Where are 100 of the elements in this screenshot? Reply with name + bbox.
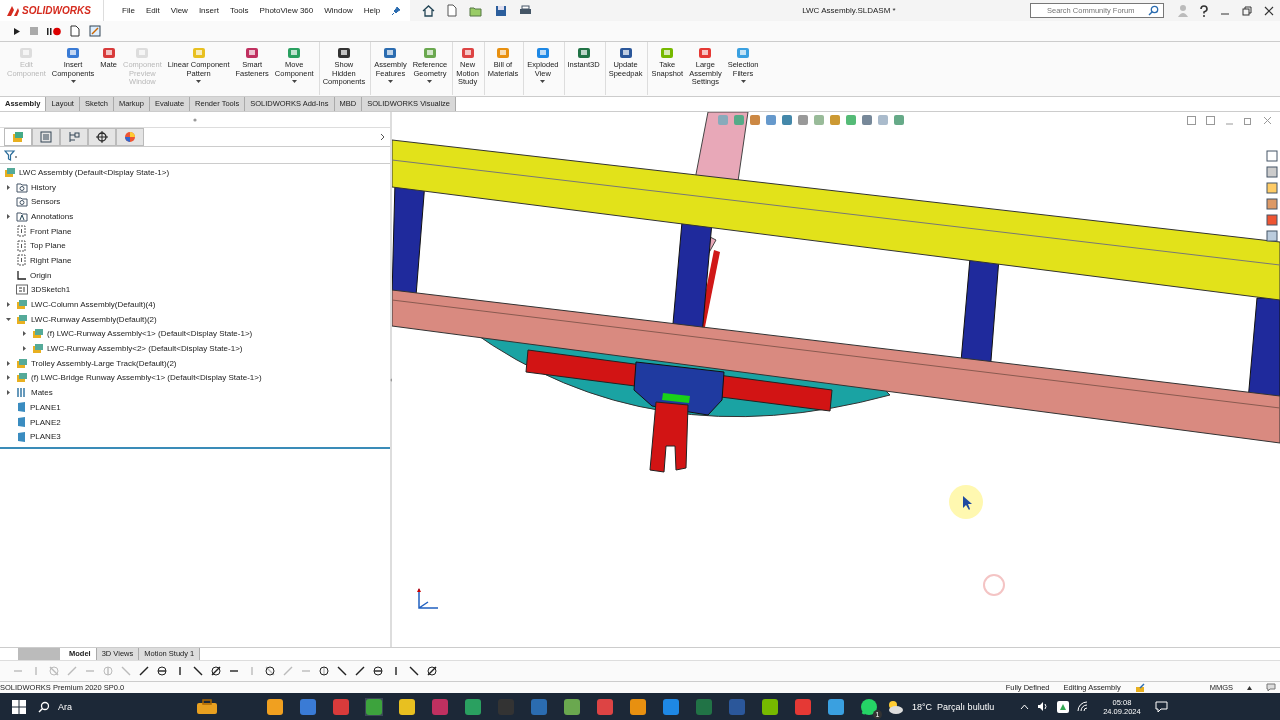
tree-item[interactable]: (f) LWC-Bridge Runway Assembly<1> (Default<Display State-1>) (31, 373, 262, 383)
play-icon[interactable] (13, 26, 21, 36)
view-tool-icon[interactable] (861, 114, 873, 126)
home-icon[interactable] (422, 4, 436, 17)
speaker-icon[interactable] (1037, 701, 1050, 712)
task-pane-icon[interactable] (1266, 230, 1278, 242)
tree-item[interactable]: LWC Assembly (Default<Display State-1>) (19, 167, 170, 177)
tree-item[interactable]: Origin (30, 270, 52, 280)
menu-item[interactable]: View (170, 6, 188, 15)
view-tool-icon[interactable] (749, 114, 761, 126)
notification-icon[interactable] (1154, 700, 1168, 713)
view-tool-icon[interactable] (893, 114, 905, 126)
app-icon[interactable] (266, 697, 284, 716)
tree-item[interactable]: PLANE2 (30, 417, 61, 427)
new-document-icon[interactable] (447, 4, 458, 17)
view-tool-icon[interactable] (765, 114, 777, 126)
chevron-right-icon[interactable] (380, 133, 385, 141)
tree-item[interactable]: LWC-Runway Assembly(Default)(2) (31, 314, 157, 324)
caret-icon[interactable] (540, 80, 546, 84)
weather-text[interactable]: 18°C Parçalı bulutlu (912, 701, 995, 712)
pin-icon[interactable] (391, 5, 402, 16)
chat-icon[interactable] (1266, 683, 1276, 692)
expand-arrow-icon[interactable] (21, 331, 27, 337)
sketch-tool-icon[interactable] (318, 665, 330, 677)
task-pane-icon[interactable] (1266, 150, 1278, 162)
menu-item[interactable]: Insert (198, 6, 219, 15)
rebuild-icon[interactable] (1134, 682, 1146, 693)
close-icon[interactable] (1264, 5, 1274, 16)
tree-item[interactable]: LWC-Column Assembly(Default)(4) (31, 300, 156, 310)
caret-icon[interactable] (740, 80, 746, 84)
app-icon[interactable] (563, 697, 581, 716)
caret-up-icon[interactable] (1247, 685, 1252, 690)
tree-item[interactable]: Top Plane (30, 241, 66, 251)
caret-icon[interactable] (291, 80, 297, 84)
expand-arrow-icon[interactable] (5, 375, 11, 381)
sketch-tool-icon[interactable] (192, 665, 204, 677)
caret-up-icon[interactable] (1020, 703, 1030, 710)
tree-item[interactable]: (f) LWC-Runway Assembly<1> (Default<Display State-1>) (47, 329, 253, 339)
wifi-icon[interactable] (1077, 701, 1090, 712)
expand-arrow-icon[interactable] (5, 302, 11, 308)
search-icon[interactable] (38, 700, 50, 713)
tree-item[interactable]: 3DSketch1 (31, 285, 71, 295)
tree-item[interactable]: Trolley Assembly-Large Track(Default)(2) (31, 358, 177, 368)
sketch-tool-icon[interactable] (354, 665, 366, 677)
menu-item[interactable]: Edit (145, 6, 160, 15)
menu-item[interactable]: PhotoView 360 (259, 6, 314, 15)
task-pane-icon[interactable] (1266, 182, 1278, 194)
sketch-tool-icon[interactable] (210, 665, 222, 677)
collapse-arrow-icon[interactable] (5, 316, 11, 322)
sketch-tool-icon[interactable] (264, 665, 276, 677)
sketch-tool-icon[interactable] (408, 665, 420, 677)
app-icon[interactable] (662, 697, 680, 716)
feature-manager-tab[interactable] (4, 128, 32, 146)
save-icon[interactable] (495, 4, 508, 17)
tile-left-icon[interactable] (1187, 116, 1196, 125)
macro-edit-icon[interactable] (89, 25, 101, 37)
open-folder-icon[interactable] (469, 4, 484, 17)
taskbar-search-field[interactable]: Ara (56, 700, 190, 713)
menu-item[interactable]: File (122, 6, 135, 15)
menu-item[interactable]: Tools (229, 6, 249, 15)
restore-icon[interactable] (1242, 5, 1252, 16)
view-tool-icon[interactable] (829, 114, 841, 126)
solidworks-logo[interactable]: SOLIDWORKS (0, 0, 104, 21)
sketch-tool-icon[interactable] (426, 665, 438, 677)
menu-item[interactable]: Help (363, 6, 381, 15)
caret-icon[interactable] (196, 80, 202, 84)
help-icon[interactable] (1200, 4, 1208, 17)
app-icon[interactable] (827, 697, 845, 716)
tree-item[interactable]: Sensors (31, 197, 61, 207)
caret-icon[interactable] (427, 80, 433, 84)
app-icon[interactable] (365, 697, 383, 716)
sketch-tool-icon[interactable] (138, 665, 150, 677)
sketch-tool-icon[interactable] (336, 665, 348, 677)
expand-arrow-icon[interactable] (5, 390, 11, 396)
resize-grip-icon[interactable] (193, 117, 197, 122)
app-icon[interactable] (596, 697, 614, 716)
tree-item[interactable]: Annotations (31, 211, 74, 221)
restore-icon[interactable] (1244, 116, 1253, 125)
app-icon[interactable] (761, 697, 779, 716)
sketch-tool-icon[interactable] (156, 665, 168, 677)
app-icon[interactable] (629, 697, 647, 716)
caret-icon[interactable] (387, 80, 393, 84)
view-tool-icon[interactable] (797, 114, 809, 126)
drive-icon[interactable] (1057, 700, 1070, 713)
start-icon[interactable] (12, 699, 26, 714)
task-pane-icon[interactable] (1266, 198, 1278, 210)
tree-item[interactable]: Mates (31, 388, 53, 398)
crane-model-drawing[interactable] (392, 112, 1280, 473)
caret-icon[interactable] (70, 80, 76, 84)
appearance-tab[interactable] (116, 128, 144, 146)
macro-file-icon[interactable] (70, 25, 80, 37)
expand-arrow-icon[interactable] (5, 213, 11, 219)
app-icon[interactable] (398, 697, 416, 716)
crosshair-tab[interactable] (88, 128, 116, 146)
sketch-tool-icon[interactable] (372, 665, 384, 677)
app-icon[interactable] (794, 697, 812, 716)
record-icon[interactable] (47, 26, 61, 36)
expand-arrow-icon[interactable] (5, 360, 11, 366)
view-tool-icon[interactable] (781, 114, 793, 126)
tree-item[interactable]: LWC-Runway Assembly<2> (Default<Display State-1>) (47, 344, 243, 354)
